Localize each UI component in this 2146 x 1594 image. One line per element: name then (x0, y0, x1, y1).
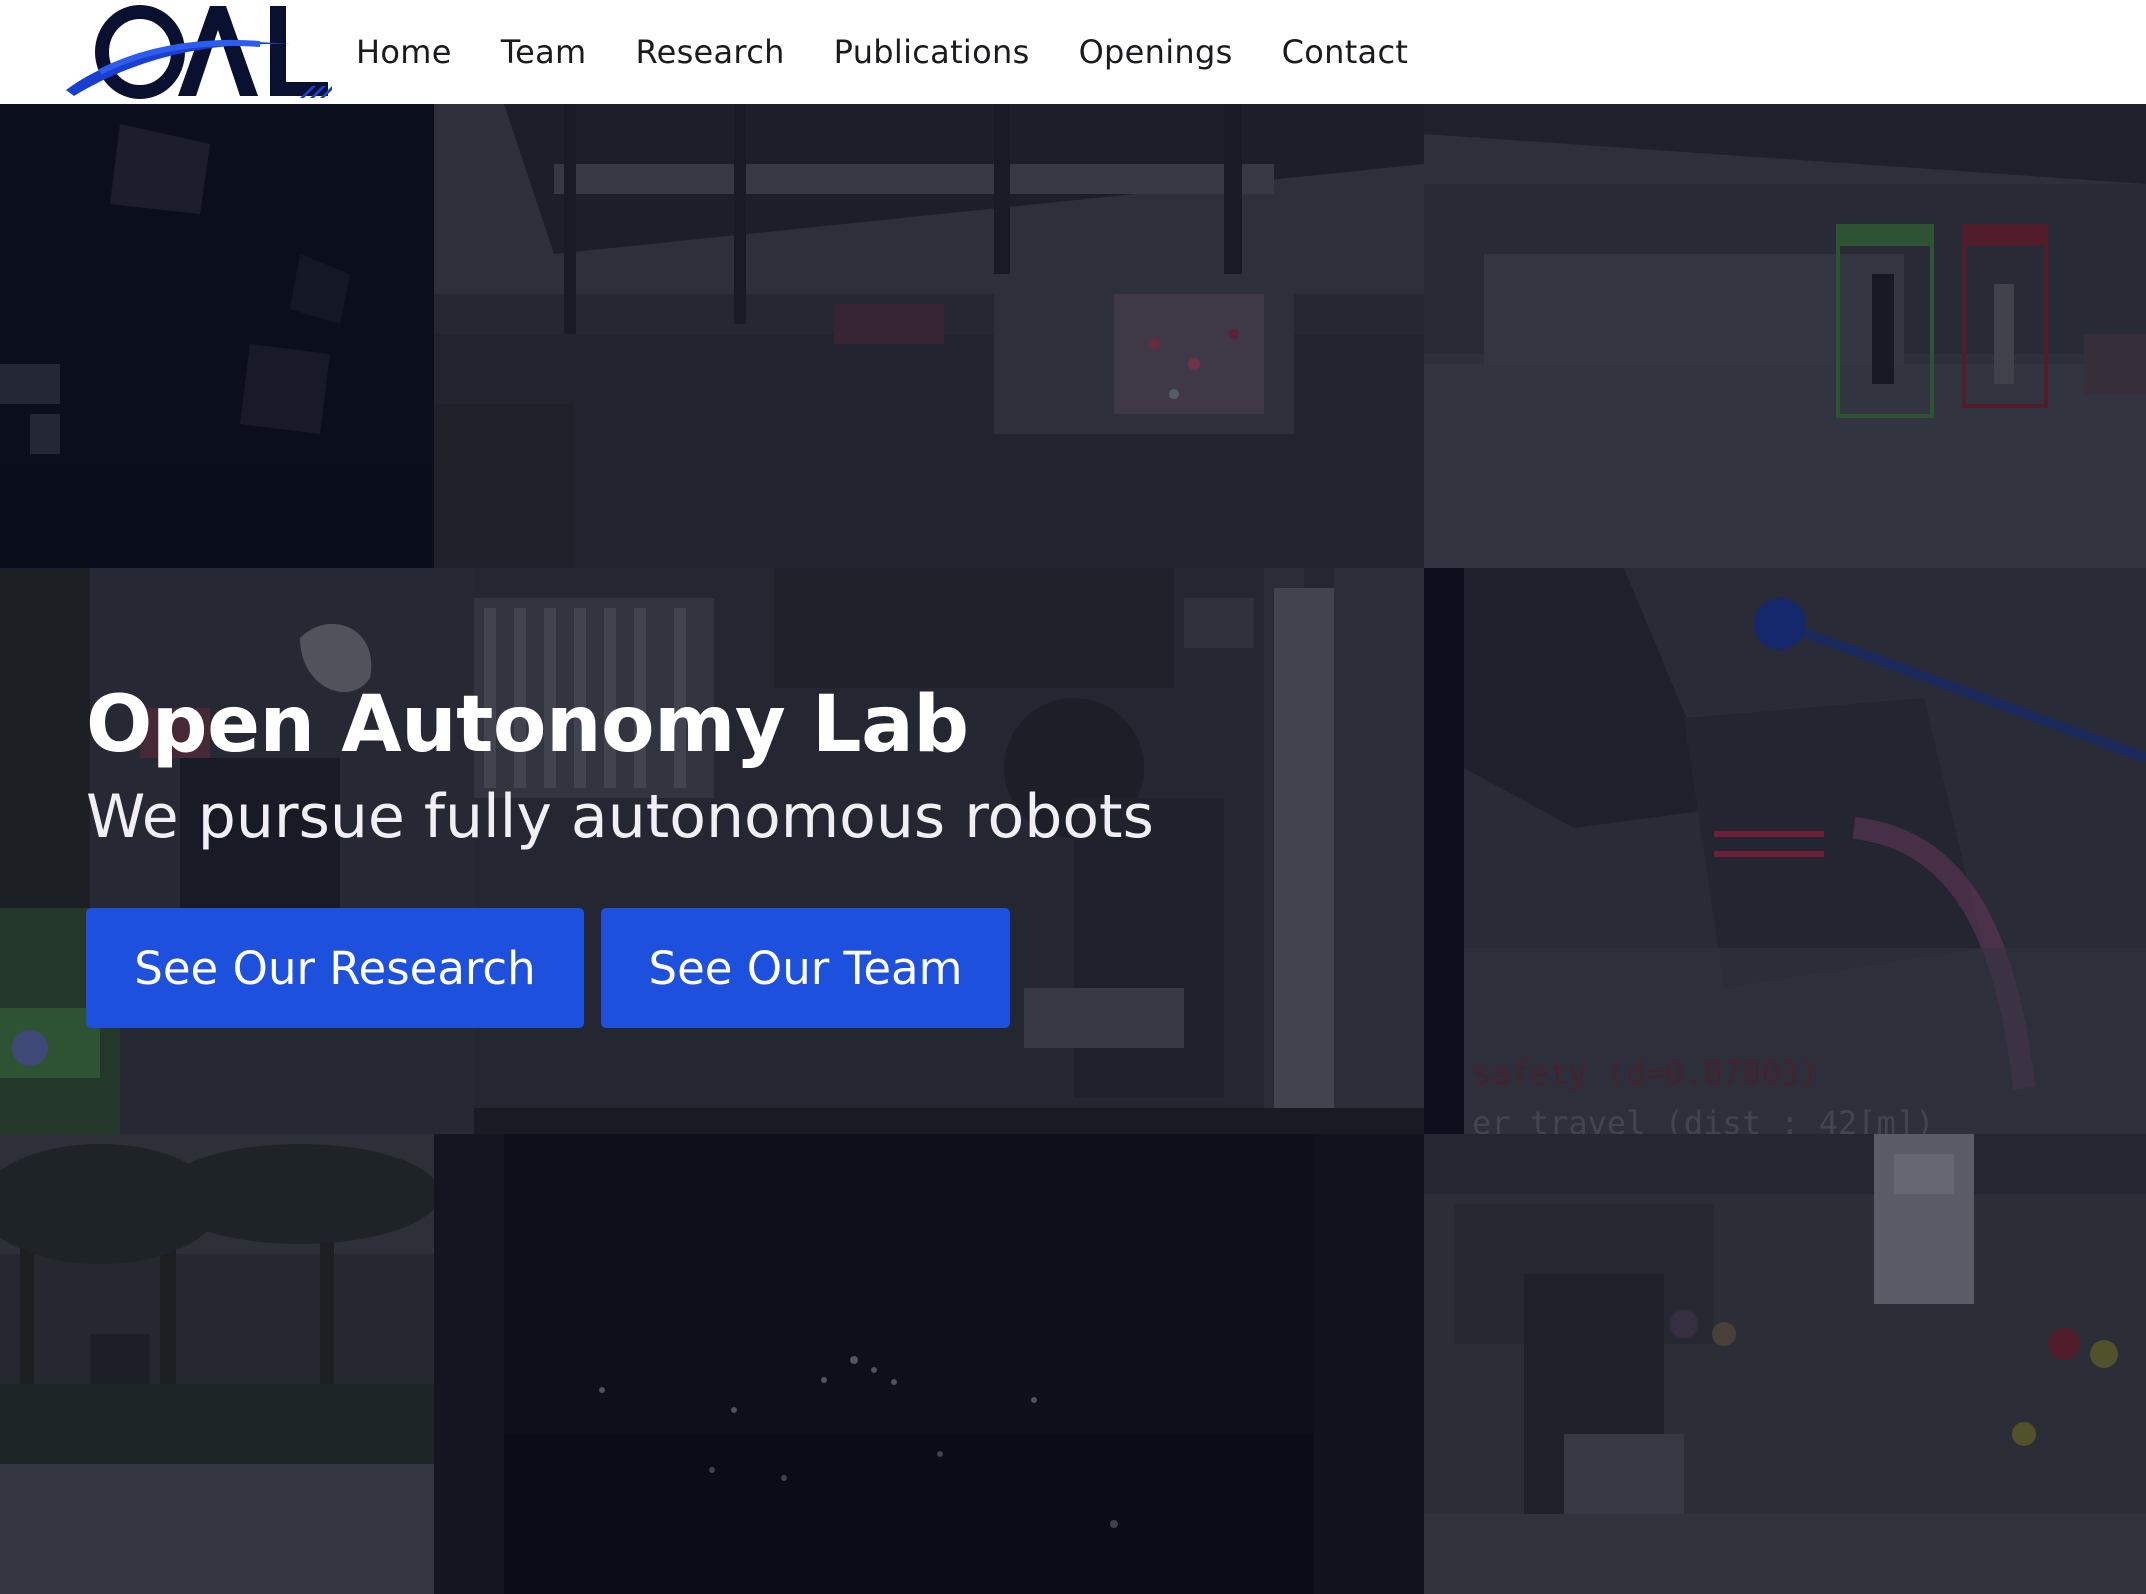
hero-title: Open Autonomy Lab (86, 680, 969, 770)
nav-research[interactable]: Research (635, 33, 784, 71)
main-nav: Home Team Research Publications Openings… (356, 0, 1457, 104)
see-our-research-button[interactable]: See Our Research (86, 908, 584, 1028)
oal-logo[interactable] (60, 0, 332, 104)
nav-contact[interactable]: Contact (1282, 33, 1409, 71)
nav-openings[interactable]: Openings (1079, 33, 1233, 71)
hero-subtitle: We pursue fully autonomous robots (86, 782, 1154, 852)
nav-home[interactable]: Home (356, 33, 452, 71)
navbar: Home Team Research Publications Openings… (0, 0, 2146, 104)
nav-team[interactable]: Team (501, 33, 587, 71)
nav-publications[interactable]: Publications (834, 33, 1030, 71)
see-our-team-button[interactable]: See Our Team (601, 908, 1010, 1028)
